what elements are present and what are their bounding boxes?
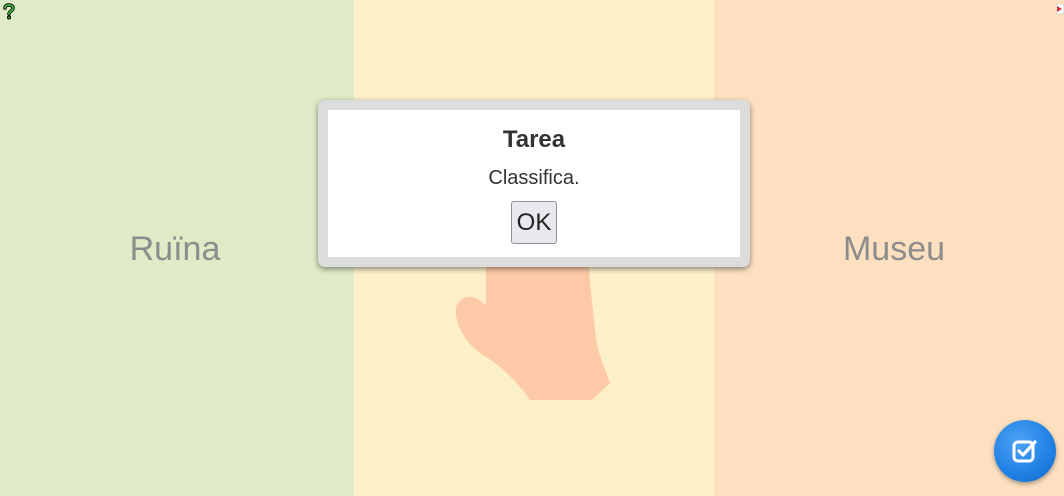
- category-label-museu: Museu: [842, 230, 946, 268]
- task-dialog-content: Tarea Classifica. OK: [328, 110, 740, 257]
- task-dialog: Tarea Classifica. OK: [318, 100, 750, 267]
- activity-stage: Ruïna Museu Tarea Classifica. OK: [0, 0, 1064, 496]
- corner-arrow-icon[interactable]: [1056, 4, 1064, 14]
- ok-button[interactable]: OK: [510, 201, 558, 244]
- check-answer-button[interactable]: [994, 420, 1056, 482]
- hand-icon: [455, 255, 610, 400]
- category-column-museu[interactable]: Museu: [714, 0, 1064, 496]
- category-label-ruina: Ruïna: [129, 230, 221, 268]
- category-column-ruina[interactable]: Ruïna: [0, 0, 354, 496]
- dialog-message: Classifica.: [488, 167, 580, 189]
- dialog-title: Tarea: [502, 126, 566, 153]
- help-question-icon[interactable]: [1, 2, 17, 20]
- check-square-icon: [1012, 440, 1037, 463]
